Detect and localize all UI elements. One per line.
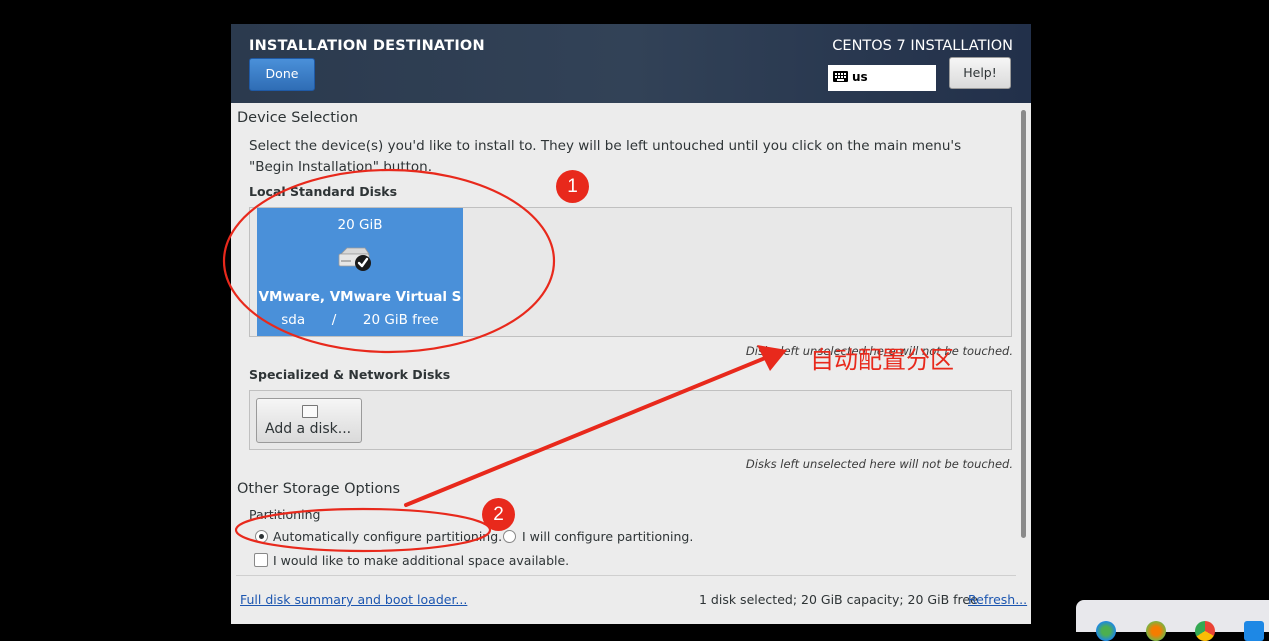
annotation-note: 自动配置分区 [810, 346, 954, 374]
auto-partition-highlight-ellipse [234, 507, 492, 553]
app-icon[interactable] [1146, 621, 1166, 641]
host-taskbar [1076, 600, 1269, 641]
disk-highlight-ellipse [222, 168, 556, 354]
annotation-overlay [222, 168, 787, 553]
step-badge-1: 1 [556, 170, 589, 203]
chrome-icon[interactable] [1195, 621, 1215, 641]
step-badge-2: 2 [482, 498, 515, 531]
annotation-arrow-shaft [404, 354, 772, 507]
network-app-icon[interactable] [1096, 621, 1116, 641]
store-icon[interactable] [1244, 621, 1264, 641]
